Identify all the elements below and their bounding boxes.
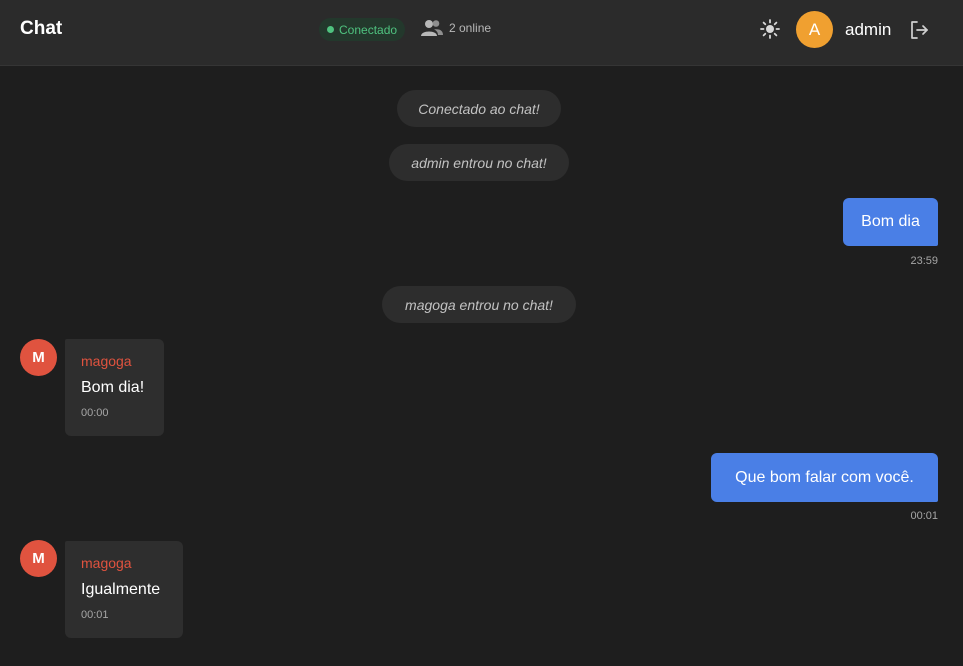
logout-icon — [911, 21, 928, 39]
outgoing-message: Bom dia — [843, 198, 938, 246]
users-icon — [421, 20, 443, 36]
incoming-message: magoga Bom dia! 00:00 — [65, 339, 164, 436]
sun-icon — [760, 19, 780, 39]
user-avatar: A — [796, 11, 833, 48]
outgoing-message: Que bom falar com você. — [711, 453, 938, 502]
sender-avatar: M — [20, 540, 57, 577]
system-message: magoga entrou no chat! — [382, 286, 576, 323]
incoming-message: magoga Igualmente 00:01 — [65, 541, 183, 638]
logout-button[interactable] — [908, 19, 930, 41]
chat-header: Chat Conectado 2 online A admin — [0, 0, 963, 66]
sender-name: magoga — [81, 353, 132, 369]
message-time: 00:01 — [910, 510, 938, 522]
system-message: admin entrou no chat! — [389, 144, 569, 181]
theme-toggle-button[interactable] — [759, 18, 781, 40]
message-time: 23:59 — [910, 255, 938, 267]
message-time: 00:01 — [81, 609, 109, 621]
message-text: Bom dia! — [81, 379, 145, 396]
connection-status-label: Conectado — [339, 22, 398, 37]
message-time: 00:00 — [81, 407, 109, 419]
connection-status-badge: Conectado — [319, 18, 406, 41]
message-text: Igualmente — [81, 581, 161, 598]
sender-avatar: M — [20, 339, 57, 376]
online-count: 2 online — [420, 19, 491, 37]
system-message: Conectado ao chat! — [397, 90, 561, 127]
online-count-label: 2 online — [449, 21, 492, 35]
status-dot-icon — [327, 26, 334, 33]
sender-name: magoga — [81, 555, 132, 571]
username-label: admin — [845, 20, 892, 39]
app-title: Chat — [20, 18, 63, 39]
